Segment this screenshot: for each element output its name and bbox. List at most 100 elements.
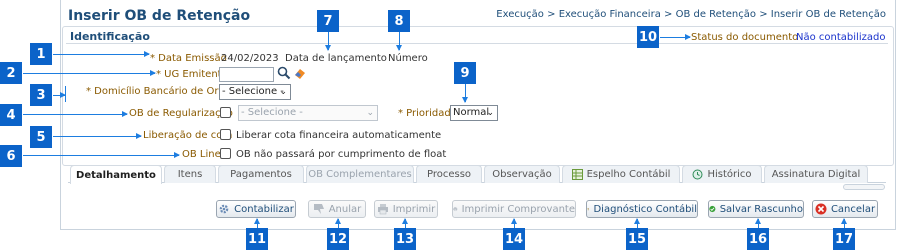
callout-badge-10: 10 (637, 26, 659, 48)
ob-line-checkbox-text: OB não passará por cumprimento de float (236, 149, 447, 160)
callout-arrow-9 (462, 84, 468, 103)
data-emissao-label: * Data Emissão (150, 53, 227, 64)
contabilizar-label: Contabilizar (234, 203, 294, 215)
callout-arrow-12 (335, 218, 341, 228)
printer-icon (377, 204, 388, 215)
callout-arrow-14 (511, 218, 517, 228)
callout-badge-14: 14 (503, 228, 525, 250)
liberacao-checkbox-text: Liberar cota financeira automaticamente (236, 130, 442, 141)
imprimir-comprovante-label: Imprimir Comprovante (461, 203, 575, 215)
callout-arrow-5 (53, 133, 142, 139)
callout-bracket-3 (65, 86, 66, 102)
ug-emitente-input[interactable] (219, 67, 274, 82)
liberacao-label: Liberação de cota (143, 130, 233, 141)
callout-badge-12: 12 (327, 228, 349, 250)
tab-itens[interactable]: Itens (164, 165, 216, 183)
history-icon (692, 169, 703, 180)
tab-observacao[interactable]: Observação (484, 165, 560, 183)
callout-badge-2: 2 (0, 62, 22, 84)
callout-badge-11: 11 (246, 228, 268, 250)
callout-arrow-8 (396, 32, 402, 51)
anular-button: Anular (308, 200, 366, 218)
callout-arrow-4 (23, 111, 128, 117)
chevron-down-icon: ⌄ (279, 87, 287, 97)
breadcrumb-separator: > (759, 9, 768, 20)
eraser-icon[interactable] (293, 66, 307, 80)
tab-label: Detalhamento (76, 169, 156, 181)
tab-historico[interactable]: Histórico (682, 165, 762, 183)
ob-regularizacao-checkbox[interactable] (220, 107, 231, 118)
tab-ob-complementares: OB Complementares (306, 165, 414, 183)
callout-arrow-1 (53, 51, 150, 57)
imprimir-label: Imprimir (392, 203, 436, 215)
tab-pagamentos[interactable]: Pagamentos (218, 165, 304, 183)
thumbs-down-icon (313, 204, 324, 214)
tab-processo[interactable]: Processo (416, 165, 482, 183)
ob-line-checkbox[interactable] (220, 148, 231, 159)
ob-regularizacao-select-value: - Selecione - (241, 107, 303, 118)
cancelar-button[interactable]: Cancelar (812, 200, 878, 218)
callout-arrow-6 (23, 152, 180, 158)
tab-detalhamento[interactable]: Detalhamento (70, 165, 162, 184)
callout-badge-9: 9 (454, 62, 476, 84)
breadcrumb-item-current: Inserir OB de Retenção (770, 9, 886, 20)
breadcrumb-item-ob-retencao[interactable]: OB de Retenção (676, 9, 756, 20)
chevron-down-icon: ⌄ (366, 108, 374, 118)
gear-icon (219, 204, 229, 214)
callout-badge-1: 1 (30, 43, 52, 65)
callout-badge-15: 15 (626, 228, 648, 250)
tab-scrollbar[interactable] (843, 184, 885, 190)
callout-badge-8: 8 (388, 10, 410, 32)
breadcrumb: Execução > Execução Financeira > OB de R… (496, 9, 886, 20)
callout-arrow-15 (634, 218, 640, 228)
printer-icon (453, 207, 458, 212)
salvar-rascunho-button[interactable]: Salvar Rascunho (708, 200, 804, 218)
tab-assinatura-digital[interactable]: Assinatura Digital (764, 165, 868, 183)
domicilio-select[interactable]: - Selecione - ⌄ (219, 84, 291, 100)
numero-label: Número (388, 53, 428, 64)
status-label: Status do documento (691, 32, 799, 43)
tab-espelho-contabil[interactable]: Espelho Contábil (562, 165, 680, 183)
search-icon[interactable] (277, 66, 291, 80)
callout-badge-6: 6 (0, 145, 22, 167)
tab-label: Espelho Contábil (586, 169, 671, 180)
callout-badge-5: 5 (30, 126, 52, 148)
breadcrumb-item-execucao-financeira[interactable]: Execução Financeira (559, 9, 661, 20)
diagnostico-contabil-button[interactable]: Diagnóstico Contábil (586, 200, 698, 218)
prioridade-label: * Prioridade (398, 108, 457, 119)
spreadsheet-icon (571, 169, 583, 180)
liberacao-checkbox[interactable] (220, 129, 231, 140)
cancelar-label: Cancelar (830, 203, 876, 215)
domicilio-select-value: - Selecione - (222, 86, 284, 97)
tab-label: Histórico (707, 169, 752, 180)
ob-regularizacao-label: OB de Regularização (129, 108, 233, 119)
callout-badge-4: 4 (0, 104, 22, 126)
callout-badge-16: 16 (747, 228, 769, 250)
tab-label: Observação (492, 169, 552, 180)
tab-label: Assinatura Digital (771, 169, 861, 180)
data-emissao-value: 24/02/2023 (221, 53, 279, 64)
breadcrumb-item-execucao[interactable]: Execução (496, 9, 544, 20)
callout-arrow-11 (254, 218, 260, 228)
tab-label: Pagamentos (230, 169, 292, 180)
callout-arrow-17 (841, 218, 847, 228)
status-value: Não contabilizado (796, 32, 886, 43)
callout-arrow-3 (53, 92, 66, 98)
ob-line-label: OB Line (182, 149, 221, 160)
scale-icon (587, 207, 590, 211)
section-divider (66, 43, 888, 44)
page-title: Inserir OB de Retenção (68, 8, 251, 24)
prioridade-select-value: Normal (453, 107, 490, 118)
breadcrumb-separator: > (664, 9, 673, 20)
ug-emitente-label: * UG Emitente (156, 69, 228, 80)
section-title: Identificação (70, 30, 150, 43)
tab-label: Processo (426, 169, 472, 180)
cancel-icon (815, 203, 827, 215)
ob-regularizacao-select: - Selecione - ⌄ (238, 105, 378, 121)
callout-badge-17: 17 (833, 228, 855, 250)
prioridade-select[interactable]: Normal ⌄ (450, 105, 498, 121)
check-icon (709, 205, 716, 213)
callout-arrow-7 (325, 32, 331, 51)
anular-label: Anular (328, 203, 362, 215)
contabilizar-button[interactable]: Contabilizar (216, 200, 296, 218)
